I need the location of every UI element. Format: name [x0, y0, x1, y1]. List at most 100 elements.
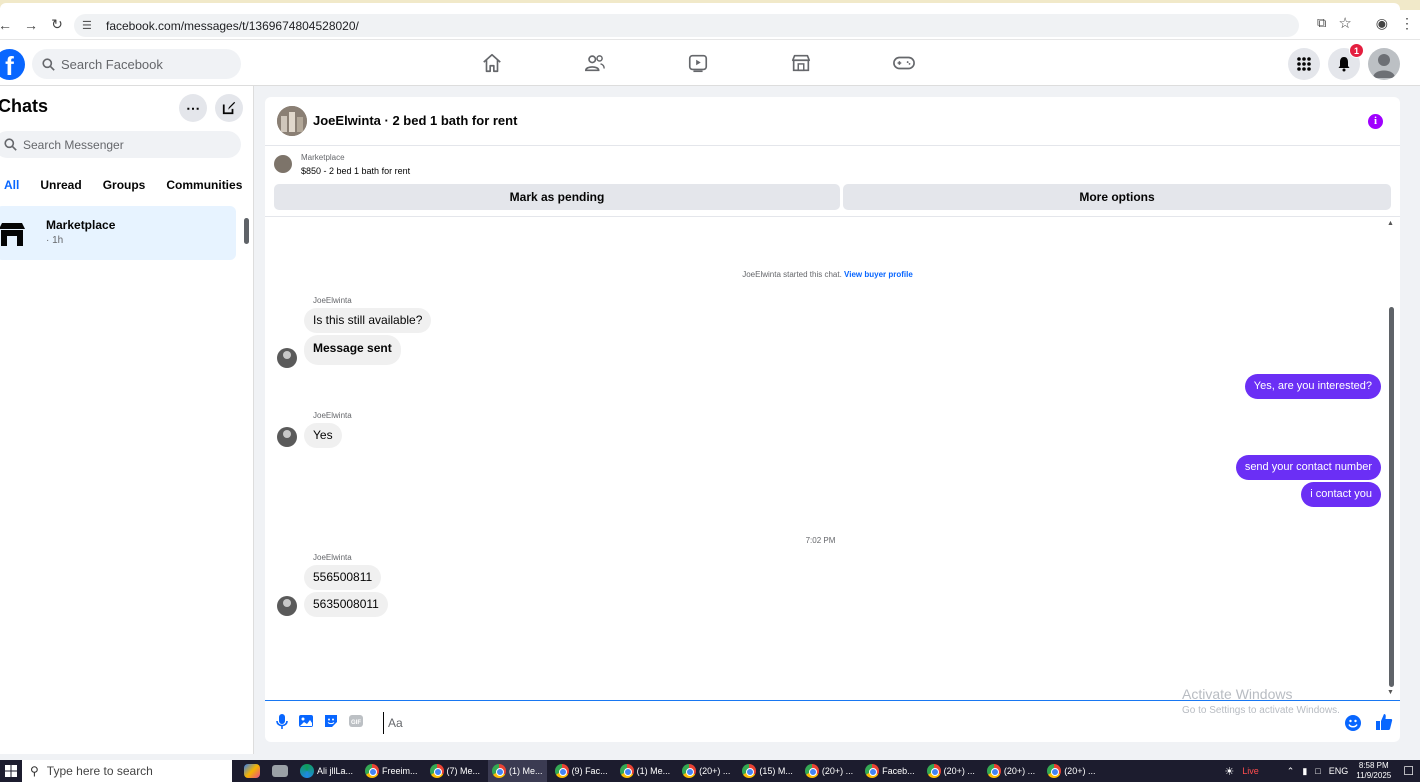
message-out[interactable]: Yes, are you interested?	[1244, 374, 1381, 399]
thumbs-up-icon[interactable]	[1375, 713, 1393, 731]
more-options-button[interactable]: More options	[843, 184, 1391, 210]
chat-scrollbar-thumb[interactable]	[1389, 307, 1394, 687]
filter-unread[interactable]: Unread	[40, 178, 81, 192]
speaker-icon[interactable]: □	[1315, 766, 1320, 776]
back-icon[interactable]: ←	[0, 14, 16, 36]
bookmark-star-icon[interactable]: ☆	[1338, 14, 1351, 32]
facebook-logo[interactable]: f	[0, 49, 25, 80]
message-out[interactable]: i contact you	[1301, 482, 1381, 507]
notification-badge: 1	[1349, 43, 1364, 58]
taskbar-app-label: (9) Fac...	[571, 766, 608, 776]
message-out[interactable]: send your contact number	[1235, 455, 1381, 480]
menu-grid-icon	[1297, 57, 1311, 71]
taskbar-app-chrome[interactable]: (1) Me...	[616, 760, 675, 782]
live-label[interactable]: Live	[1242, 766, 1259, 776]
photo-icon[interactable]	[298, 713, 314, 729]
filter-communities[interactable]: Communities	[166, 178, 242, 192]
info-icon[interactable]: i	[1368, 114, 1383, 129]
browser-toolbar: ← → ↻ ☰ facebook.com/messages/t/13696748…	[0, 10, 1420, 40]
clock[interactable]: 8:58 PM 11/9/2025	[1356, 761, 1391, 781]
facebook-search[interactable]	[32, 49, 241, 79]
new-message-button[interactable]	[215, 94, 243, 122]
nav-gaming[interactable]	[852, 40, 955, 86]
nav-marketplace[interactable]	[749, 40, 852, 86]
taskbar-app-chrome-active[interactable]: (1) Me...	[488, 760, 547, 782]
taskbar-search[interactable]: ⚲ Type here to search	[22, 760, 232, 782]
gif-icon[interactable]: GIF	[348, 714, 364, 728]
chrome-icon	[1047, 764, 1062, 778]
scroll-down-icon[interactable]: ▼	[1387, 689, 1394, 696]
microphone-icon[interactable]	[275, 713, 289, 729]
site-settings-icon[interactable]: ☰	[82, 19, 96, 33]
profile-icon[interactable]: ◉	[1376, 15, 1388, 32]
nav-video[interactable]	[646, 40, 749, 86]
message-in[interactable]: Is this still available?	[304, 308, 432, 333]
nav-home[interactable]	[440, 40, 543, 86]
mark-as-pending-button[interactable]: Mark as pending	[274, 184, 840, 210]
message-in[interactable]: Yes	[304, 423, 342, 448]
facebook-header: f Search Facebook 1	[0, 40, 1420, 86]
message-in[interactable]: Message sent	[304, 335, 401, 365]
message-thread: JoeElwinta started this chat. View buyer…	[265, 218, 1400, 700]
taskbar-app-chrome[interactable]: (20+) ...	[983, 760, 1039, 782]
browser-menu-icon[interactable]: ⋮	[1400, 15, 1414, 32]
facebook-search-input[interactable]	[61, 56, 221, 72]
listing-photo-icon	[277, 106, 307, 136]
sender-avatar[interactable]	[277, 427, 297, 447]
messenger-search-input[interactable]	[23, 137, 223, 152]
taskbar-app-chrome[interactable]: (15) M...	[738, 760, 797, 782]
taskbar-app-chrome[interactable]: Freeim...	[361, 760, 422, 782]
sidebar-scrollbar[interactable]	[244, 218, 249, 244]
menu-button[interactable]	[1288, 48, 1320, 80]
taskbar-app-chrome[interactable]: (20+) ...	[1043, 760, 1099, 782]
taskbar-app-chrome[interactable]: (9) Fac...	[551, 760, 612, 782]
taskbar-app-chrome[interactable]: (20+) ...	[678, 760, 734, 782]
listing-title[interactable]: $850 - 2 bed 1 bath for rent	[301, 166, 410, 176]
start-button[interactable]	[0, 760, 22, 782]
tray-chevron-icon[interactable]: ⌃	[1287, 766, 1295, 777]
install-app-icon[interactable]: ⧉	[1317, 15, 1326, 31]
nav-friends[interactable]	[543, 40, 646, 86]
network-icon[interactable]: ▮	[1302, 766, 1307, 777]
active-browser-tab[interactable]	[0, 3, 1400, 10]
sender-avatar[interactable]	[277, 596, 297, 616]
filter-all[interactable]: All	[4, 178, 19, 192]
message-in[interactable]: 5635008011	[304, 592, 388, 617]
action-center-icon[interactable]: ☐	[1403, 764, 1414, 778]
messenger-search[interactable]	[0, 131, 241, 158]
forward-icon[interactable]: →	[20, 14, 42, 36]
emoji-face-icon	[1348, 719, 1358, 728]
chrome-icon	[492, 764, 507, 778]
chats-title: Chats	[0, 96, 49, 116]
address-bar[interactable]: ☰ facebook.com/messages/t/13696748045280…	[74, 14, 1299, 37]
taskbar-app-chrome[interactable]: Faceb...	[861, 760, 919, 782]
message-in[interactable]: 556500811	[304, 565, 382, 590]
conversation-header: JoeElwinta · 2 bed 1 bath for rent i	[265, 97, 1400, 146]
sidebar-actions: ⋯	[179, 94, 243, 122]
taskbar-app-chrome[interactable]: (20+) ...	[923, 760, 979, 782]
conversation-title[interactable]: JoeElwinta · 2 bed 1 bath for rent	[313, 113, 517, 128]
scroll-up-icon[interactable]: ▲	[1387, 220, 1394, 227]
account-avatar[interactable]	[1368, 48, 1400, 80]
chat-options-button[interactable]: ⋯	[179, 94, 207, 122]
conversation-avatar[interactable]	[277, 106, 307, 136]
chat-list-item-marketplace[interactable]: Marketplace · 1h	[0, 206, 236, 260]
taskbar-app-chrome[interactable]: (20+) ...	[801, 760, 857, 782]
taskbar-app-tool[interactable]	[268, 760, 292, 782]
marketplace-icon	[791, 54, 810, 72]
sticker-icon[interactable]	[323, 713, 339, 729]
emoji-icon[interactable]	[1345, 715, 1361, 731]
message-input[interactable]	[383, 712, 1343, 734]
reload-icon[interactable]: ↻	[46, 14, 68, 36]
taskbar-app-edge[interactable]: Ali jllLa...	[296, 760, 357, 782]
app-tool-icon	[272, 765, 288, 777]
live-icon[interactable]: ☀	[1224, 765, 1234, 778]
language-indicator[interactable]: ENG	[1329, 766, 1349, 776]
sender-avatar[interactable]	[277, 348, 297, 368]
taskbar-app-chrome[interactable]: (7) Me...	[426, 760, 485, 782]
filter-groups[interactable]: Groups	[103, 178, 146, 192]
notifications-button[interactable]: 1	[1328, 43, 1364, 80]
view-buyer-profile-link[interactable]: View buyer profile	[844, 270, 913, 279]
listing-thumbnail[interactable]	[274, 155, 292, 173]
taskbar-app-copilot[interactable]	[240, 760, 264, 782]
